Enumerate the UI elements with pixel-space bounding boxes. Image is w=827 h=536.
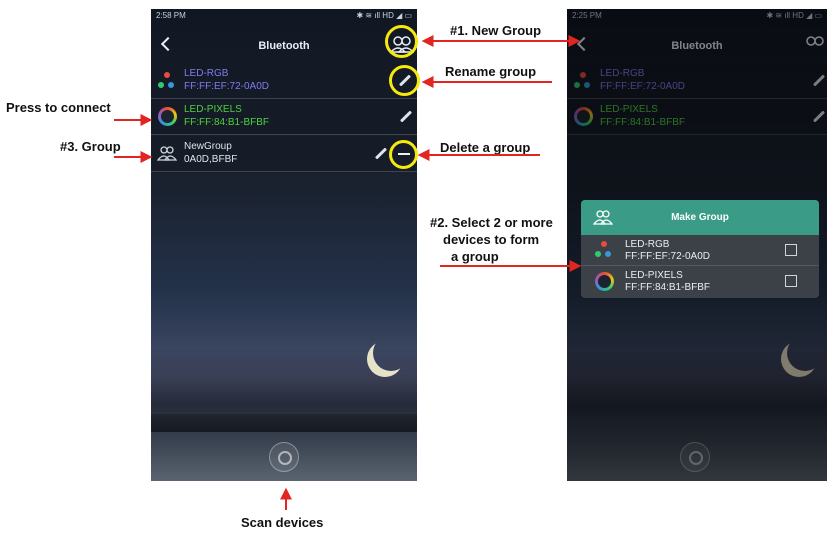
- arrows-overlay: [114, 35, 582, 510]
